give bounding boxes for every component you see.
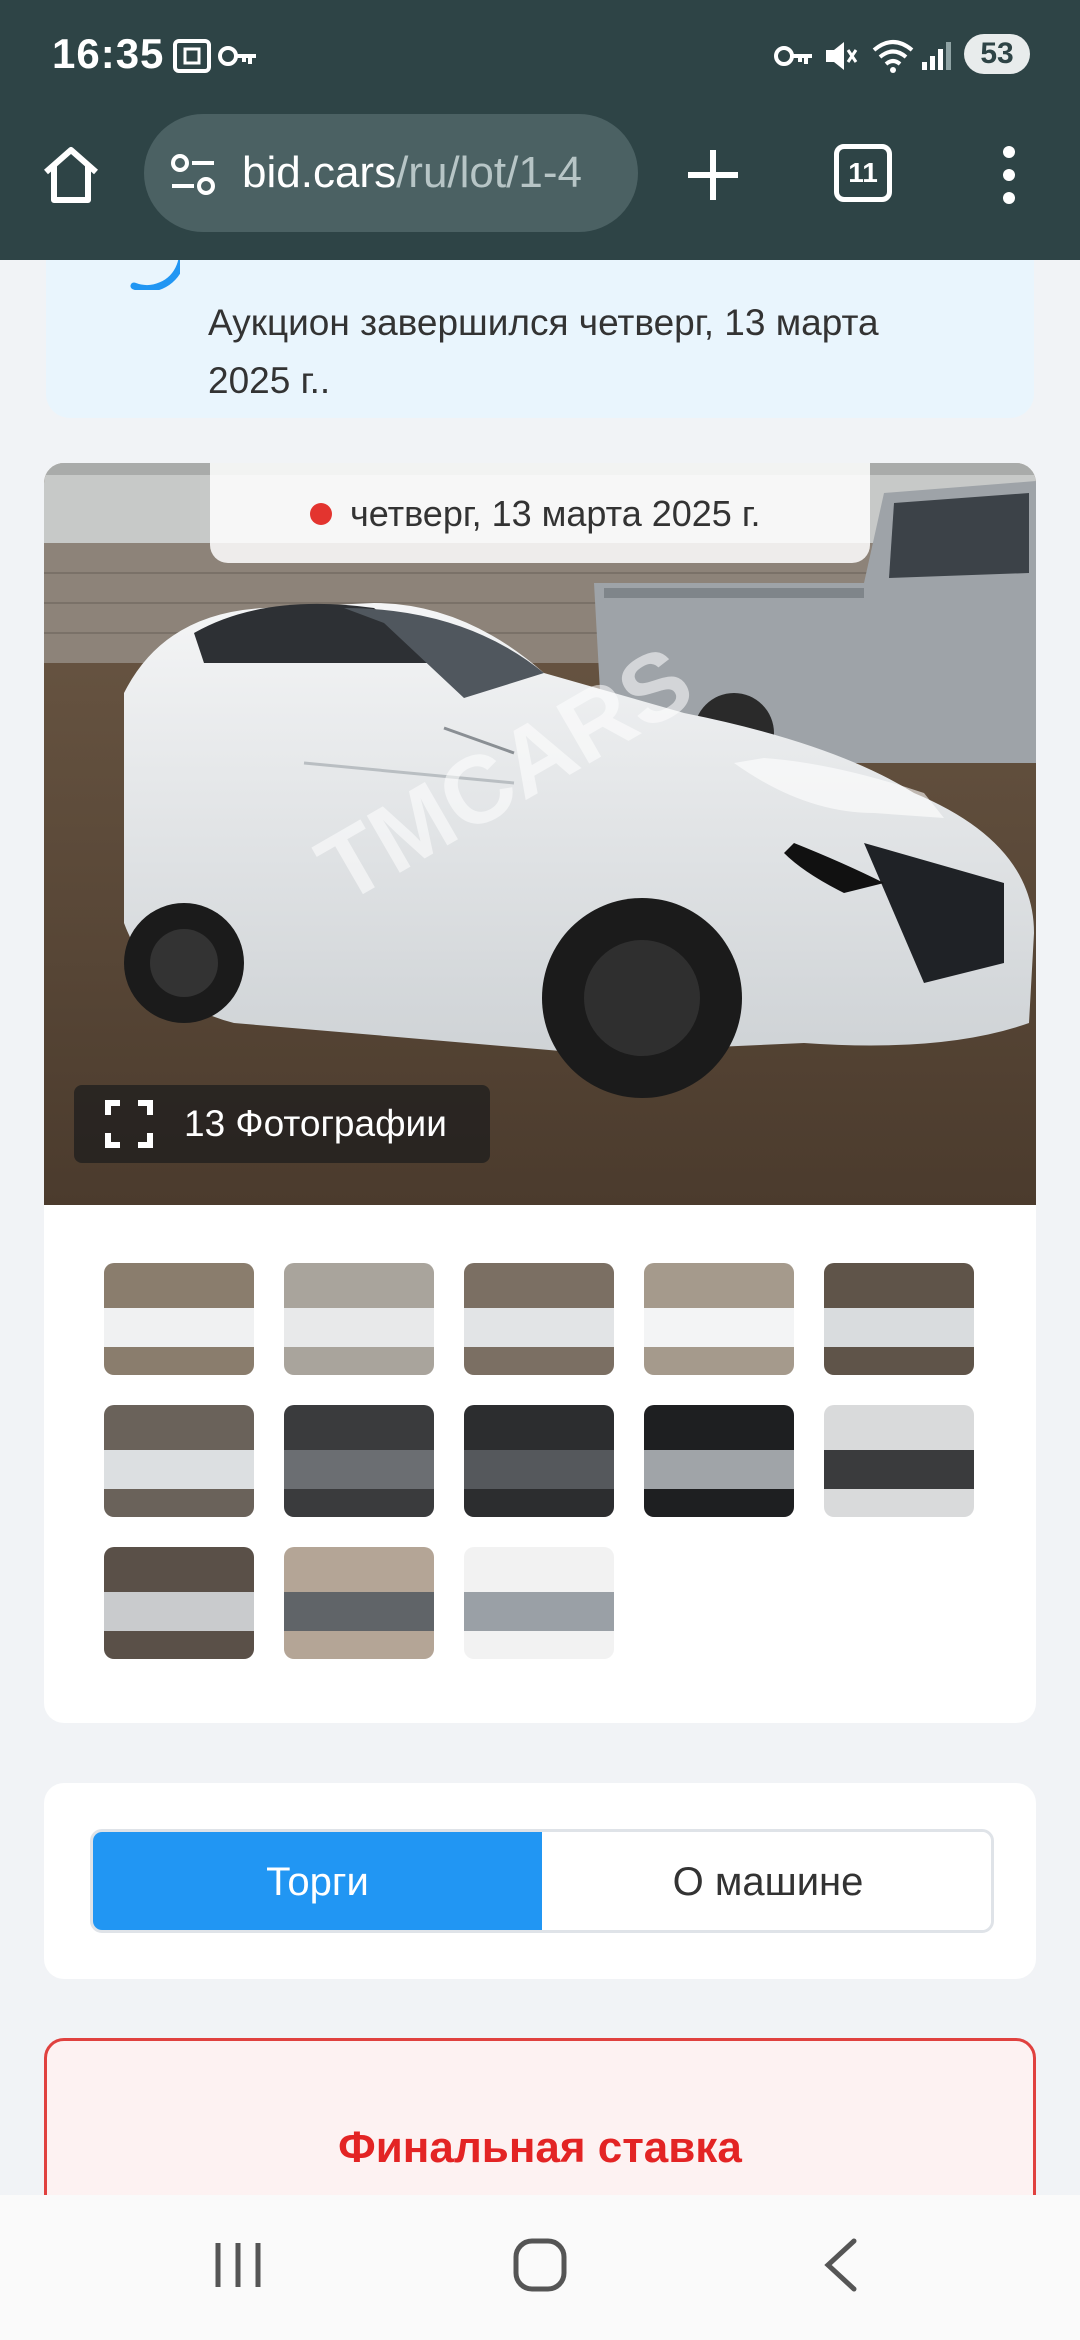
tab-about-car[interactable]: О машине (542, 1832, 991, 1930)
auction-date-chip: четверг, 13 марта 2025 г. (210, 463, 870, 563)
url-path: /ru/lot/1-4 (396, 148, 582, 197)
status-dot-icon (310, 503, 332, 525)
mute-icon (826, 42, 858, 70)
back-icon[interactable] (820, 2235, 860, 2295)
photo-thumbnail[interactable] (284, 1547, 434, 1659)
home-nav-icon[interactable] (510, 2235, 570, 2295)
clock-icon (130, 260, 180, 290)
battery-indicator: 53 (964, 34, 1030, 74)
lot-tabs-card: Торги О машине (44, 1783, 1036, 1979)
final-bid-card: Финальная ставка (44, 2038, 1036, 2195)
site-settings-icon[interactable] (168, 152, 218, 198)
url-text: bid.cars/ru/lot/1-4 (242, 148, 582, 198)
photo-thumbnail[interactable] (284, 1263, 434, 1375)
tab-bids[interactable]: Торги (93, 1832, 542, 1930)
signal-icon (922, 42, 951, 70)
photo-thumbnail[interactable] (464, 1547, 614, 1659)
home-icon[interactable] (38, 142, 104, 208)
photo-thumbnail[interactable] (644, 1263, 794, 1375)
auction-ended-text: Аукцион завершился четверг, 13 марта 202… (208, 302, 879, 401)
status-time: 16:35 (52, 30, 165, 77)
web-page: Аукцион завершился четверг, 13 марта 202… (0, 260, 1080, 2195)
photo-thumbnail[interactable] (284, 1405, 434, 1517)
photo-thumbnail[interactable] (464, 1263, 614, 1375)
fullscreen-icon (105, 1100, 153, 1148)
lot-tabs: Торги О машине (90, 1829, 994, 1933)
auction-date: четверг, 13 марта 2025 г. (350, 493, 761, 534)
system-nav-bar (0, 2195, 1080, 2340)
photo-thumbnail[interactable] (644, 1405, 794, 1517)
more-menu-icon[interactable] (996, 144, 1022, 206)
address-bar[interactable]: bid.cars/ru/lot/1-4 (144, 114, 638, 232)
view-photos-button[interactable]: 13 Фотографии (74, 1085, 490, 1163)
tab-switcher-button[interactable]: 11 (834, 144, 892, 202)
main-car-photo[interactable]: четверг, 13 марта 2025 г. 13 Фотографии (44, 463, 1036, 1205)
photo-thumbnail[interactable] (464, 1405, 614, 1517)
photo-thumbnail[interactable] (104, 1263, 254, 1375)
screenshot-icon (173, 39, 211, 73)
final-bid-title: Финальная ставка (338, 2123, 742, 2172)
browser-chrome: 16:35 53 bid.cars/ru/lot/1-4 11 (0, 0, 1080, 260)
wifi-icon (872, 40, 914, 73)
vpn-key-icon (774, 46, 812, 66)
status-bar: 16:35 53 (0, 0, 1080, 110)
recent-apps-icon[interactable] (210, 2235, 266, 2295)
photos-count-label: 13 Фотографии (184, 1103, 447, 1144)
browser-toolbar: bid.cars/ru/lot/1-4 11 (0, 112, 1080, 236)
key-icon (218, 46, 256, 66)
auction-notice: Аукцион завершился четверг, 13 марта 202… (46, 260, 1034, 418)
photo-thumbnail[interactable] (104, 1547, 254, 1659)
photo-gallery-card: четверг, 13 марта 2025 г. 13 Фотографии (44, 463, 1036, 1723)
url-host: bid.cars (242, 148, 397, 197)
photo-thumbnail[interactable] (824, 1263, 974, 1375)
photo-thumbnail[interactable] (104, 1405, 254, 1517)
photo-thumbnail[interactable] (824, 1405, 974, 1517)
new-tab-icon[interactable] (682, 144, 744, 206)
